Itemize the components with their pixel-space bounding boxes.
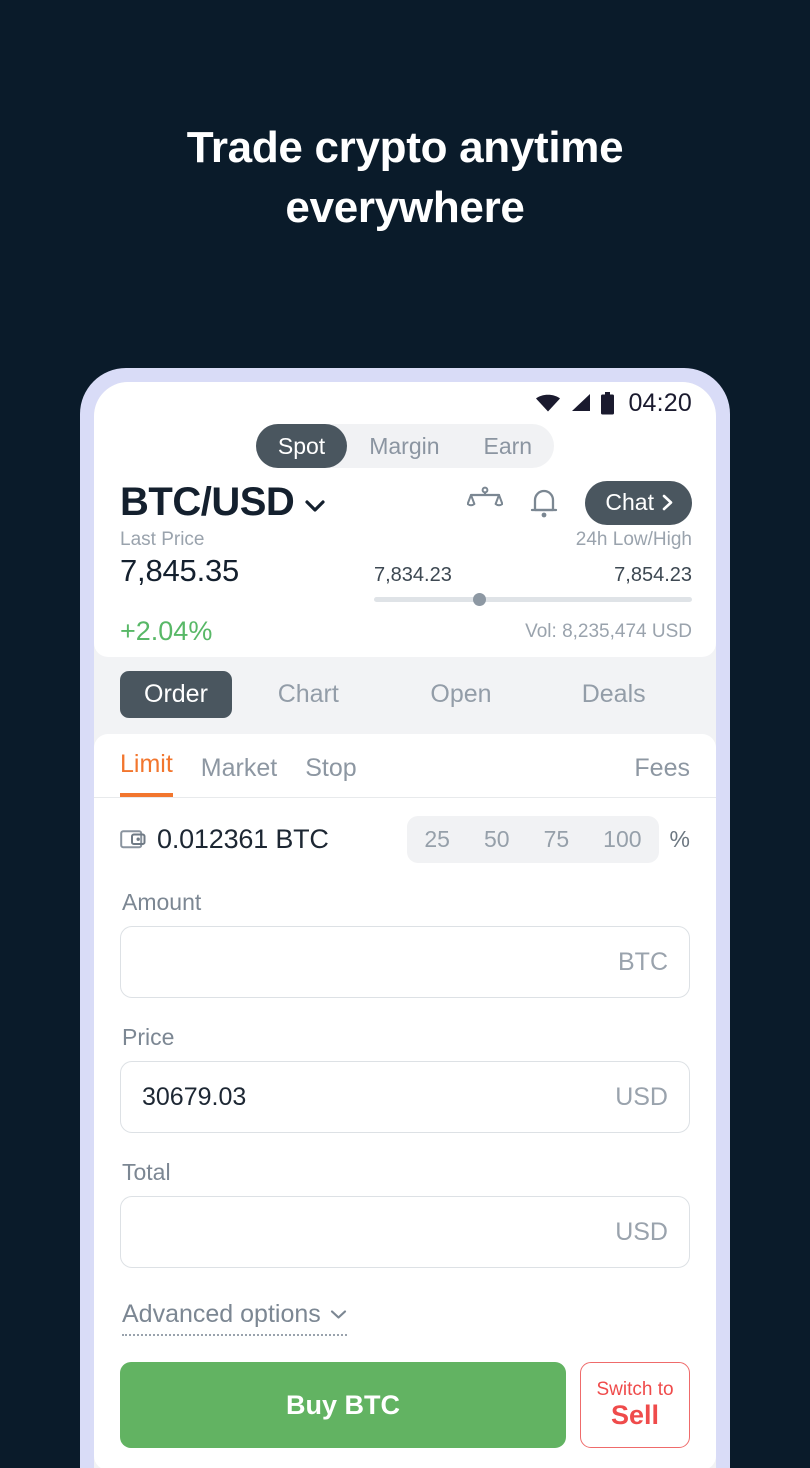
order-fields: Amount BTC Price 30679.03 USD Total USD — [94, 889, 716, 1268]
segment-spot[interactable]: Spot — [255, 424, 348, 468]
range-label: 24h Low/High — [575, 529, 692, 550]
switch-label: Switch to — [596, 1378, 674, 1400]
percent-25[interactable]: 25 — [407, 826, 467, 853]
section-tabs: Order Chart Open Deals — [94, 657, 716, 734]
pair-name: BTC/USD — [120, 480, 295, 524]
advanced-options-label: Advanced options — [122, 1300, 321, 1328]
order-type-market[interactable]: Market — [201, 754, 277, 797]
order-type-tabs: Limit Market Stop Fees — [94, 734, 716, 798]
range-slider[interactable]: 7,834.23 7,854.23 — [374, 564, 692, 606]
phone-screen: 04:20 Spot Margin Earn BTC/USD Chat Last… — [94, 382, 716, 1468]
order-actions: Buy BTC Switch to Sell — [94, 1336, 716, 1448]
market-type-segmented: Spot Margin Earn — [94, 424, 716, 468]
chat-label: Chat — [605, 489, 654, 515]
tab-open[interactable]: Open — [385, 680, 538, 709]
price-block: Last Price 24h Low/High 7,845.35 7,834.2… — [94, 525, 716, 647]
amount-unit: BTC — [618, 947, 668, 976]
bell-icon[interactable] — [529, 486, 559, 520]
percent-50[interactable]: 50 — [467, 826, 527, 853]
price-field[interactable]: 30679.03 USD — [120, 1061, 690, 1133]
chevron-down-icon — [330, 1309, 347, 1320]
range-thumb[interactable] — [472, 593, 486, 606]
price-value: 30679.03 — [142, 1082, 247, 1111]
headline-line-1: Trade crypto anytime — [186, 123, 624, 172]
chevron-down-icon — [302, 487, 328, 519]
tab-order[interactable]: Order — [120, 671, 232, 718]
chat-button[interactable]: Chat — [585, 480, 692, 525]
advanced-options-toggle[interactable]: Advanced options — [122, 1300, 347, 1336]
range-track — [374, 593, 692, 606]
balance-value: 0.012361 BTC — [157, 824, 329, 854]
status-bar: 04:20 — [94, 382, 716, 420]
price-label: Price — [122, 1024, 175, 1050]
phone-frame: 04:20 Spot Margin Earn BTC/USD Chat Last… — [80, 368, 730, 1468]
order-form-panel: Limit Market Stop Fees 0.012361 BTC 25 5… — [94, 734, 716, 1468]
price-unit: USD — [615, 1082, 668, 1111]
amount-label: Amount — [122, 889, 202, 915]
last-price-value: 7,845.35 — [120, 553, 240, 588]
pair-selector[interactable]: BTC/USD — [120, 480, 328, 525]
headline-line-2: everywhere — [285, 183, 525, 232]
tab-chart[interactable]: Chart — [232, 680, 385, 709]
range-high: 7,854.23 — [614, 564, 692, 586]
balance-row: 0.012361 BTC 25 50 75 100 % — [94, 798, 716, 863]
amount-field[interactable]: BTC — [120, 926, 690, 998]
percent-100[interactable]: 100 — [586, 826, 658, 853]
pair-header-row: BTC/USD Chat — [94, 468, 716, 525]
buy-button[interactable]: Buy BTC — [120, 1362, 566, 1448]
wallet-icon — [120, 828, 157, 852]
fees-link[interactable]: Fees — [634, 754, 690, 797]
market-header-card: 04:20 Spot Margin Earn BTC/USD Chat Last… — [94, 382, 716, 657]
status-time: 04:20 — [628, 388, 692, 417]
wifi-icon — [535, 394, 561, 412]
percent-75[interactable]: 75 — [527, 826, 587, 853]
range-low: 7,834.23 — [374, 564, 452, 586]
switch-to-sell-button[interactable]: Switch to Sell — [580, 1362, 690, 1448]
total-label: Total — [122, 1159, 171, 1185]
segment-margin[interactable]: Margin — [347, 424, 461, 468]
order-type-stop[interactable]: Stop — [305, 754, 356, 797]
pair-actions: Chat — [467, 480, 692, 525]
percent-sign: % — [669, 826, 690, 852]
hero-headline: Trade crypto anytime everywhere — [0, 118, 810, 238]
total-field[interactable]: USD — [120, 1196, 690, 1268]
tab-deals[interactable]: Deals — [537, 680, 690, 709]
volume-text: Vol: 8,235,474 USD — [525, 620, 692, 642]
percent-selector: 25 50 75 100 % — [407, 816, 690, 863]
order-type-limit[interactable]: Limit — [120, 750, 173, 797]
scales-icon[interactable] — [467, 486, 504, 520]
battery-icon — [600, 391, 615, 415]
chevron-right-icon — [661, 494, 674, 511]
sell-label: Sell — [610, 1400, 660, 1431]
price-change-pct: +2.04% — [120, 616, 213, 646]
signal-icon — [570, 394, 591, 412]
total-unit: USD — [615, 1217, 668, 1246]
last-price-label: Last Price — [120, 529, 205, 550]
segment-earn[interactable]: Earn — [462, 424, 555, 468]
